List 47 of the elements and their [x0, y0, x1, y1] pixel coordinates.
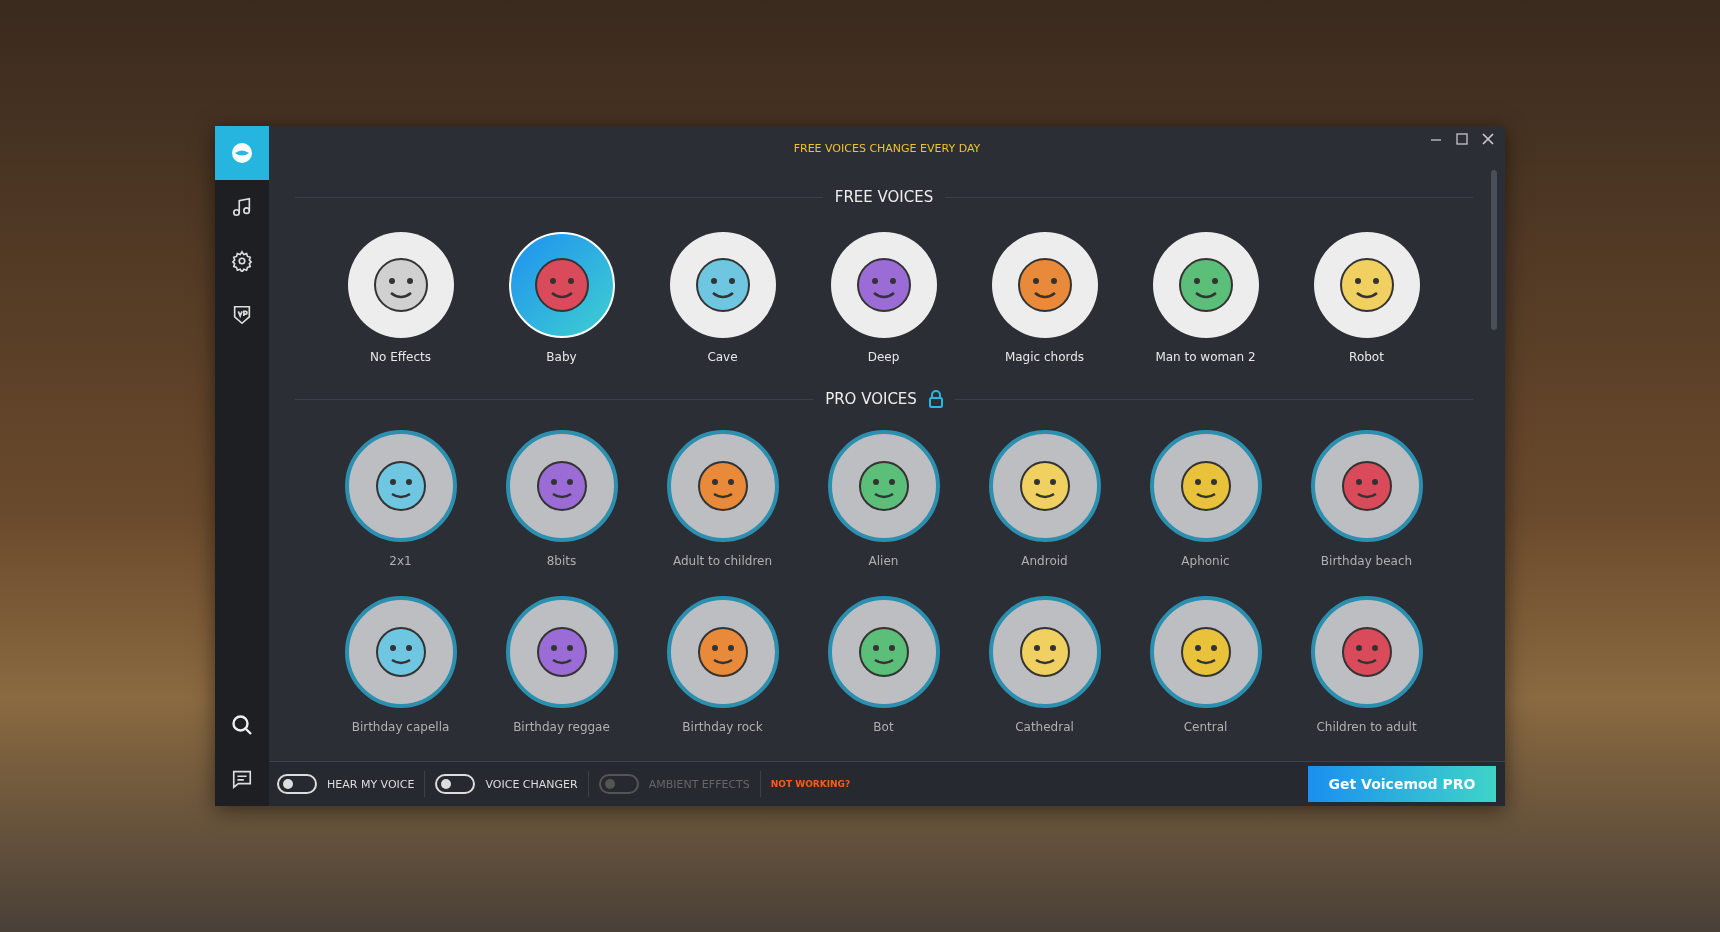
voice-emblem-icon: [1337, 256, 1396, 314]
voice-name: Robot: [1349, 350, 1384, 366]
voice-name: Aphonic: [1181, 554, 1230, 570]
voice-name: Birthday capella: [351, 720, 450, 736]
mask-icon: [230, 141, 254, 165]
not-working-link[interactable]: NOT WORKING?: [770, 779, 851, 789]
section-title: PRO VOICES: [825, 390, 917, 408]
toggle-switch[interactable]: [277, 774, 317, 794]
voice-name: Cathedral: [1015, 720, 1074, 736]
voice-name: Cave: [707, 350, 738, 366]
voice-name: Birthday beach: [1320, 554, 1413, 570]
voice-name: 2x1: [389, 554, 412, 570]
voice-name: Adult to children: [672, 554, 773, 570]
toggle-switch[interactable]: [435, 774, 476, 794]
banner-text: FREE VOICES CHANGE EVERY DAY: [793, 141, 981, 155]
shield-icon: [231, 304, 253, 326]
voice-emblem-icon: [693, 256, 752, 314]
voice-emblem-icon: [854, 256, 913, 314]
search-icon[interactable]: [230, 713, 254, 737]
voice-name: Central: [1183, 720, 1228, 736]
toggle-label: VOICE CHANGER: [485, 777, 578, 791]
close-icon[interactable]: [1481, 132, 1495, 146]
voice-name: Bot: [873, 720, 894, 736]
music-icon: [231, 196, 253, 218]
voice-name: Alien: [868, 554, 899, 570]
voice-name: Birthday reggae: [513, 720, 610, 736]
voice-name: Android: [1021, 554, 1068, 570]
voice-name: Deep: [867, 350, 900, 366]
scrollbar-thumb[interactable]: [1491, 170, 1497, 330]
voice-emblem-icon: [532, 256, 591, 314]
voice-emblem-icon: [1015, 256, 1074, 314]
toggle-label: AMBIENT EFFECTS: [648, 777, 750, 791]
voice-name: Birthday rock: [682, 720, 763, 736]
chat-icon[interactable]: [231, 768, 253, 790]
section-title: FREE VOICES: [834, 188, 934, 206]
toggle-label: HEAR MY VOICE: [327, 777, 415, 791]
voice-name: Baby: [546, 350, 577, 366]
voice-name: No Effects: [370, 350, 431, 366]
voice-emblem-icon: [1176, 256, 1235, 314]
voice-emblem-icon: [371, 256, 430, 314]
maximize-icon[interactable]: [1455, 132, 1469, 146]
settings-icon: [231, 250, 253, 272]
voice-name: Man to woman 2: [1155, 350, 1256, 366]
get-pro-button[interactable]: Get Voicemod PRO: [1308, 766, 1496, 802]
voice-name: Children to adult: [1316, 720, 1417, 736]
voice-name: Magic chords: [1004, 350, 1085, 366]
voice-name: 8bits: [546, 554, 577, 570]
